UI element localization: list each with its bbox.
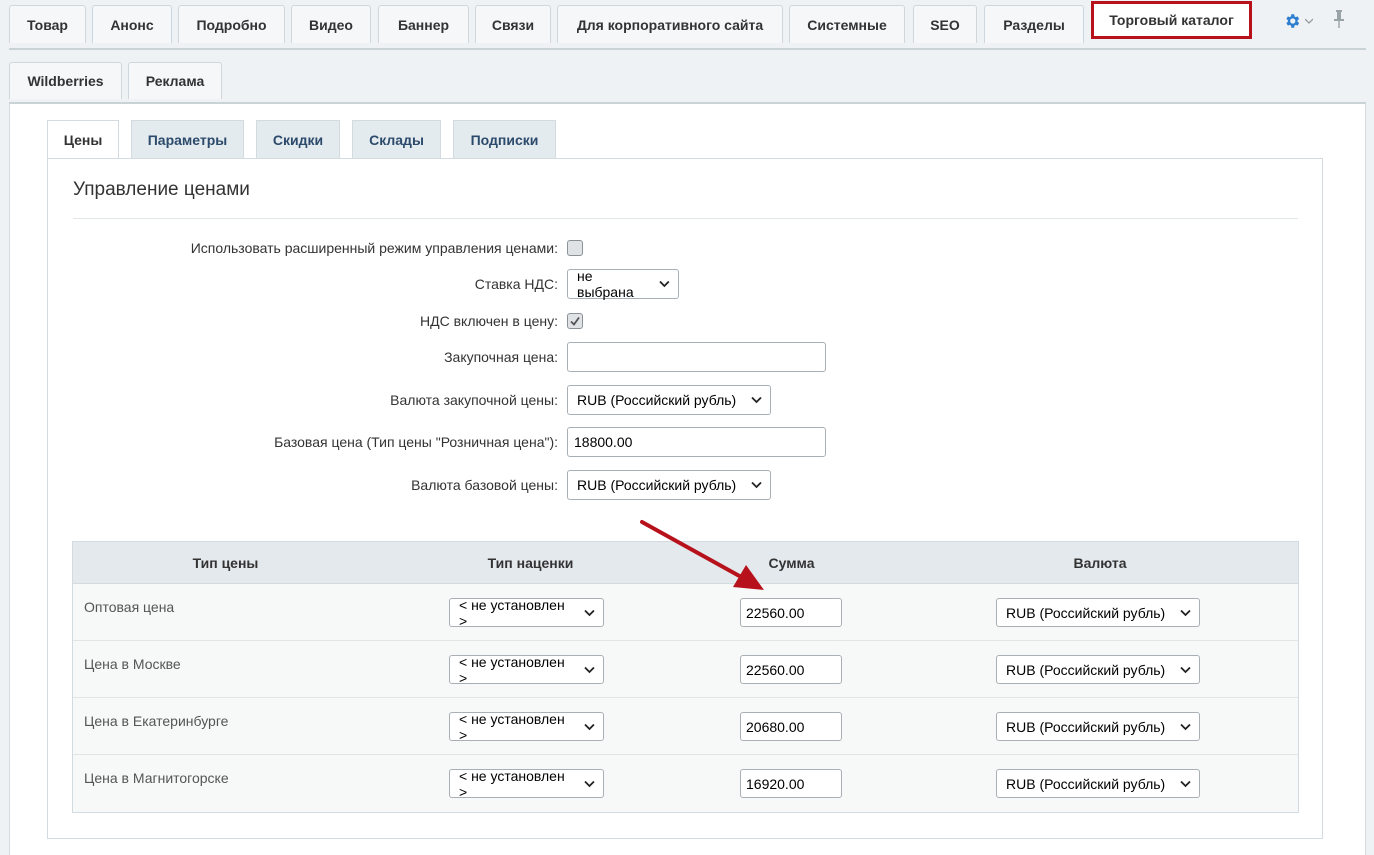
price-type-name: Цена в Магнитогорске xyxy=(84,770,229,786)
tab-trade-catalog[interactable]: Торговый каталог xyxy=(1091,1,1252,39)
tab-banner[interactable]: Баннер xyxy=(378,5,469,43)
chevron-down-icon xyxy=(584,666,595,673)
base-currency-select[interactable]: RUB (Российский рубль) xyxy=(567,470,771,500)
chevron-down-icon xyxy=(1180,609,1191,616)
base-price-input[interactable]: 18800.00 xyxy=(567,427,826,457)
currency-select[interactable]: RUB (Российский рубль) xyxy=(996,655,1200,684)
base-currency-label: Валюта базовой цены: xyxy=(411,477,558,493)
pin-button[interactable] xyxy=(1332,9,1350,33)
field-purchase-currency: Валюта закупочной цены: RUB (Российский … xyxy=(48,385,1322,415)
gear-icon xyxy=(1286,14,1300,28)
section-divider xyxy=(73,218,1298,219)
section-title: Управление ценами xyxy=(73,179,250,200)
markup-select[interactable]: < не установлен > xyxy=(449,710,604,743)
currency-select[interactable]: RUB (Российский рубль) xyxy=(996,598,1200,627)
price-type-name: Цена в Москве xyxy=(84,656,181,672)
field-vat-included: НДС включен в цену: xyxy=(48,306,1322,336)
markup-select[interactable]: < не установлен > xyxy=(449,767,604,800)
settings-gear[interactable] xyxy=(1283,10,1313,32)
subtab-prices[interactable]: Цены xyxy=(47,120,119,159)
chevron-down-icon xyxy=(659,280,670,288)
tab-advertising[interactable]: Реклама xyxy=(128,62,222,99)
chevron-down-icon xyxy=(751,396,762,404)
markup-value: < не установлен > xyxy=(459,767,565,800)
markup-select[interactable]: < не установлен > xyxy=(449,653,604,686)
main-panel: Цены Параметры Скидки Склады Подписки Уп… xyxy=(9,104,1366,855)
extended-mode-label: Использовать расширенный режим управлени… xyxy=(190,240,558,256)
header-price-type: Тип цены xyxy=(192,555,259,571)
currency-value: RUB (Российский рубль) xyxy=(1006,661,1166,678)
chevron-down-icon xyxy=(751,481,762,489)
field-base-price: Базовая цена (Тип цены "Розничная цена")… xyxy=(48,427,1322,457)
purchase-currency-value: RUB (Российский рубль) xyxy=(577,392,737,408)
table-row: Цена в Екатеринбурге < не установлен > 2… xyxy=(73,698,1298,755)
purchase-price-label: Закупочная цена: xyxy=(444,349,558,365)
subtab-warehouses[interactable]: Склады xyxy=(352,120,441,158)
subtab-subscriptions[interactable]: Подписки xyxy=(453,120,556,158)
amount-input[interactable]: 22560.00 xyxy=(740,598,842,627)
base-price-label: Базовая цена (Тип цены "Розничная цена")… xyxy=(274,434,558,450)
purchase-currency-label: Валюта закупочной цены: xyxy=(390,392,558,408)
amount-input[interactable]: 16920.00 xyxy=(740,769,842,798)
field-base-currency: Валюта базовой цены: RUB (Российский руб… xyxy=(48,470,1322,500)
currency-value: RUB (Российский рубль) xyxy=(1006,775,1166,792)
vat-included-checkbox[interactable] xyxy=(567,313,583,329)
currency-value: RUB (Российский рубль) xyxy=(1006,604,1166,621)
tab-seo[interactable]: SEO xyxy=(913,5,977,43)
vat-rate-label: Ставка НДС: xyxy=(474,276,558,292)
amount-input[interactable]: 22560.00 xyxy=(740,655,842,684)
chevron-down-icon xyxy=(584,780,595,787)
purchase-currency-select[interactable]: RUB (Российский рубль) xyxy=(567,385,771,415)
markup-select[interactable]: < не установлен > xyxy=(449,596,604,629)
tab-details[interactable]: Подробно xyxy=(178,5,285,43)
price-type-name: Оптовая цена xyxy=(84,599,175,615)
header-amount: Сумма xyxy=(768,555,815,571)
markup-value: < не установлен > xyxy=(459,596,565,629)
subtab-parameters[interactable]: Параметры xyxy=(131,120,244,158)
currency-value: RUB (Российский рубль) xyxy=(1006,718,1166,735)
subtab-discounts[interactable]: Скидки xyxy=(256,120,340,158)
tab-wildberries[interactable]: Wildberries xyxy=(9,62,122,99)
table-row: Цена в Магнитогорске < не установлен > 1… xyxy=(73,755,1298,812)
chevron-down-icon xyxy=(584,609,595,616)
tab-video[interactable]: Видео xyxy=(291,5,371,43)
extended-mode-checkbox[interactable] xyxy=(567,240,583,256)
top-tab-bar: Товар Анонс Подробно Видео Баннер Связи … xyxy=(9,0,1366,50)
tab-corporate-site[interactable]: Для корпоративного сайта xyxy=(557,5,783,43)
field-purchase-price: Закупочная цена: xyxy=(48,342,1322,372)
tab-announce[interactable]: Анонс xyxy=(92,5,172,43)
second-tab-bar: Wildberries Реклама xyxy=(9,62,1366,104)
chevron-down-icon xyxy=(1180,666,1191,673)
chevron-down-icon xyxy=(584,723,595,730)
field-extended-mode: Использовать расширенный режим управлени… xyxy=(48,233,1322,263)
check-icon xyxy=(570,316,580,326)
field-vat-rate: Ставка НДС: не выбрана xyxy=(48,268,1322,300)
vat-included-label: НДС включен в цену: xyxy=(420,313,558,329)
pin-icon xyxy=(1334,10,1344,28)
price-table-header: Тип цены Тип наценки Сумма Валюта xyxy=(73,542,1298,584)
table-row: Цена в Москве < не установлен > 22560.00… xyxy=(73,641,1298,698)
tab-links[interactable]: Связи xyxy=(475,5,551,43)
prices-content: Управление ценами Использовать расширенн… xyxy=(47,158,1323,839)
markup-value: < не установлен > xyxy=(459,653,565,686)
markup-value: < не установлен > xyxy=(459,710,565,743)
tab-system[interactable]: Системные xyxy=(789,5,905,43)
price-table: Тип цены Тип наценки Сумма Валюта Оптова… xyxy=(72,541,1299,813)
chevron-down-icon xyxy=(1180,723,1191,730)
price-type-name: Цена в Екатеринбурге xyxy=(84,713,229,729)
amount-input[interactable]: 20680.00 xyxy=(740,712,842,741)
tab-product[interactable]: Товар xyxy=(9,5,86,43)
purchase-price-input[interactable] xyxy=(567,342,826,372)
base-currency-value: RUB (Российский рубль) xyxy=(577,477,737,493)
header-currency: Валюта xyxy=(1073,555,1127,571)
vat-rate-value: не выбрана xyxy=(577,268,634,300)
table-row: Оптовая цена < не установлен > 22560.00 … xyxy=(73,584,1298,641)
currency-select[interactable]: RUB (Российский рубль) xyxy=(996,712,1200,741)
chevron-down-icon xyxy=(1305,18,1313,24)
header-markup-type: Тип наценки xyxy=(487,555,574,571)
chevron-down-icon xyxy=(1180,780,1191,787)
tab-sections[interactable]: Разделы xyxy=(984,5,1084,43)
vat-rate-select[interactable]: не выбрана xyxy=(567,268,679,300)
currency-select[interactable]: RUB (Российский рубль) xyxy=(996,769,1200,798)
